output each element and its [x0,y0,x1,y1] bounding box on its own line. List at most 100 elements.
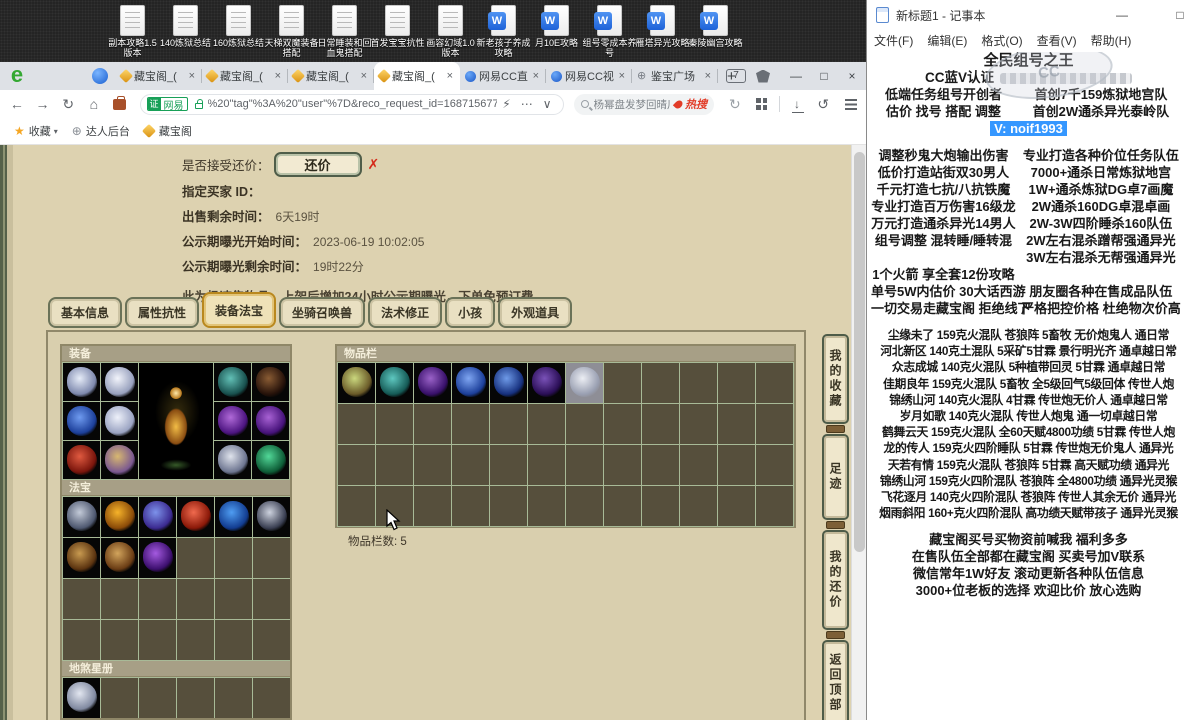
bolt-icon[interactable]: ⚡ [497,97,515,111]
side-button-足迹[interactable]: 足迹 [822,434,849,520]
desktop-icon[interactable]: W雁塔异光攻略 [636,2,689,58]
equip-slot[interactable] [214,402,251,440]
skin-icon[interactable] [756,70,770,83]
tab-close-icon[interactable]: × [273,70,283,82]
fabao-slot[interactable] [139,497,176,537]
reload-button[interactable]: ↻ [55,96,81,113]
fabao-slot[interactable] [63,497,100,537]
item-bar-slot[interactable] [566,363,603,403]
equip-slot[interactable] [252,441,289,479]
desktop-icon[interactable]: W新老孩子养成攻略 [477,2,530,58]
home-button[interactable]: ⌂ [81,96,107,112]
download-icon[interactable]: ↓ [791,97,804,111]
bookmark-item[interactable]: 藏宝阁 [144,123,192,139]
more-icon[interactable]: ⋯ [516,97,538,111]
tab-close-icon[interactable]: × [617,70,627,82]
close-button[interactable]: × [838,69,866,83]
briefcase-icon[interactable] [113,99,126,110]
tab-close-icon[interactable]: × [187,70,197,82]
tab-close-icon[interactable]: × [531,70,541,82]
desktop-icon[interactable]: W组号零成本养号 [583,2,636,58]
desktop-icon[interactable]: W月10E攻略 [530,2,583,58]
notepad-maximize-button[interactable]: □ [1165,0,1190,30]
desktop-icon[interactable]: 天梯双魔装备搭配 [265,2,318,58]
notepad-text-area[interactable]: CC 全民组号之王CC蓝V认证低端任务组号开创者首创7千159炼狱地宫队估价 找… [867,52,1190,720]
notepad-minimize-button[interactable]: — [1107,0,1137,30]
item-bar-slot[interactable] [414,363,451,403]
search-box[interactable]: 杨幂盘发梦回晴川 热搜 [574,94,715,115]
equip-slot[interactable] [101,441,138,479]
fabao-slot[interactable] [101,538,138,578]
scrollbar-thumb[interactable] [854,152,865,552]
bookmark-item[interactable]: ⊕达人后台 [72,123,130,139]
back-button[interactable]: ← [4,96,30,112]
item-bar-slot[interactable] [452,363,489,403]
browser-tab[interactable]: 藏宝阁_(× [202,62,288,90]
tab-小孩[interactable]: 小孩 [445,297,495,328]
equip-slot[interactable] [214,441,251,479]
browser-tab[interactable]: ⊕鉴宝广场× [632,62,718,90]
item-bar-slot[interactable] [528,363,565,403]
fabao-slot[interactable] [139,538,176,578]
tab-close-icon[interactable]: × [703,70,713,82]
equip-slot[interactable] [214,363,251,401]
browser-logo-icon[interactable]: e [4,64,30,88]
notepad-menu-item[interactable]: 文件(F) [867,32,920,49]
notepad-menu-item[interactable]: 帮助(H) [1084,32,1139,49]
search-suggestion-text[interactable]: 杨幂盘发梦回晴川 [594,97,671,112]
notepad-menu-item[interactable]: 编辑(E) [920,32,974,49]
tab-坐骑召唤兽[interactable]: 坐骑召唤兽 [279,297,365,328]
page-scrollbar[interactable] [851,145,866,720]
equip-slot[interactable] [63,441,100,479]
desktop-icon[interactable]: 画容幻域1.0版本 [424,2,477,58]
hot-search-label[interactable]: 热搜 [685,96,707,112]
browser-tab[interactable]: 藏宝阁_(× [374,62,460,90]
menu-icon[interactable] [845,99,857,110]
sync-icon[interactable]: ↻ [722,96,748,113]
apps-grid-icon[interactable] [756,98,767,110]
equip-slot[interactable] [101,363,138,401]
equip-slot[interactable] [63,363,100,401]
fabao-slot[interactable] [101,497,138,537]
character-portrait[interactable] [139,363,213,479]
tab-外观道具[interactable]: 外观道具 [498,297,572,328]
undo-icon[interactable]: ↺ [810,96,836,113]
browser-tab[interactable]: 藏宝阁_(× [288,62,374,90]
fabao-slot[interactable] [215,497,252,537]
counteroffer-button[interactable]: 还价 [274,152,362,177]
maximize-button[interactable]: □ [810,69,838,83]
equip-slot[interactable] [63,402,100,440]
fabao-slot[interactable] [253,497,290,537]
forward-button[interactable]: → [30,96,56,112]
fabao-slot[interactable] [63,538,100,578]
side-button-我的还价[interactable]: 我的还价 [822,530,849,630]
notepad-menu-item[interactable]: 查看(V) [1030,32,1084,49]
desktop-icon[interactable]: 140炼狱总结 [159,2,212,58]
address-bar[interactable]: 证 网易 %20"tag"%3A%20"user"%7D&reco_reques… [140,94,564,115]
equip-slot[interactable] [252,402,289,440]
bookmark-item[interactable]: ★收藏▾ [14,123,58,139]
desktop-icon[interactable]: 副本攻略1.5版本 [106,2,159,58]
desktop-icon[interactable]: 日常睡装和回血鬼搭配 [318,2,371,58]
browser-tab[interactable]: 网易CC直× [460,62,546,90]
notepad-menu-item[interactable]: 格式(O) [974,32,1029,49]
item-bar-slot[interactable] [490,363,527,403]
tab-属性抗性[interactable]: 属性抗性 [125,297,199,328]
item-bar-slot[interactable] [338,363,375,403]
side-button-我的收藏[interactable]: 我的收藏 [822,334,849,424]
tab-装备法宝[interactable]: 装备法宝 [202,292,276,328]
equip-slot[interactable] [101,402,138,440]
pinned-tab-icon[interactable] [92,68,108,84]
desktop-icon[interactable]: 160炼狱总结 [212,2,265,58]
tab-close-icon[interactable]: × [445,70,455,82]
tab-基本信息[interactable]: 基本信息 [48,297,122,328]
disha-slot[interactable] [63,678,100,718]
tab-close-icon[interactable]: × [359,70,369,82]
badge-7-icon[interactable]: 7 [726,69,746,83]
desktop-icon[interactable]: 首发宝宝抗性 [371,2,424,58]
dropdown-icon[interactable]: ∨ [538,97,557,111]
fabao-slot[interactable] [177,497,214,537]
minimize-button[interactable]: — [782,69,810,83]
browser-tab[interactable]: 藏宝阁_(× [116,62,202,90]
tab-法术修正[interactable]: 法术修正 [368,297,442,328]
